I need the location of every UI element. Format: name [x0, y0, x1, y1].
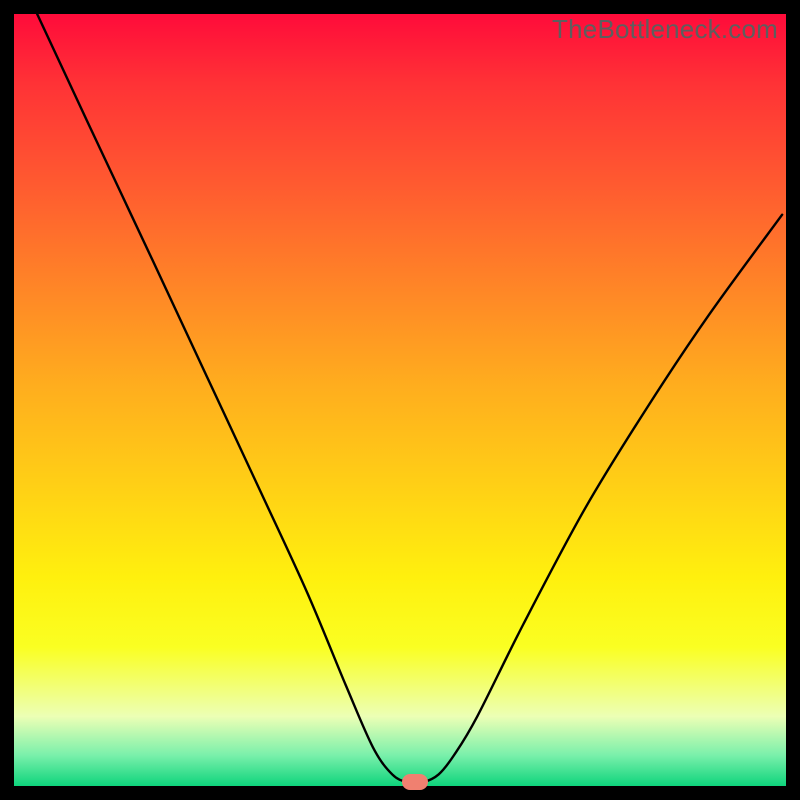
chart-frame: TheBottleneck.com: [0, 0, 800, 800]
chart-plot-area: TheBottleneck.com: [14, 14, 786, 786]
watermark-label: TheBottleneck.com: [552, 14, 778, 45]
curve-path: [37, 14, 782, 783]
bottleneck-curve: [14, 14, 786, 786]
optimal-marker: [402, 774, 428, 790]
